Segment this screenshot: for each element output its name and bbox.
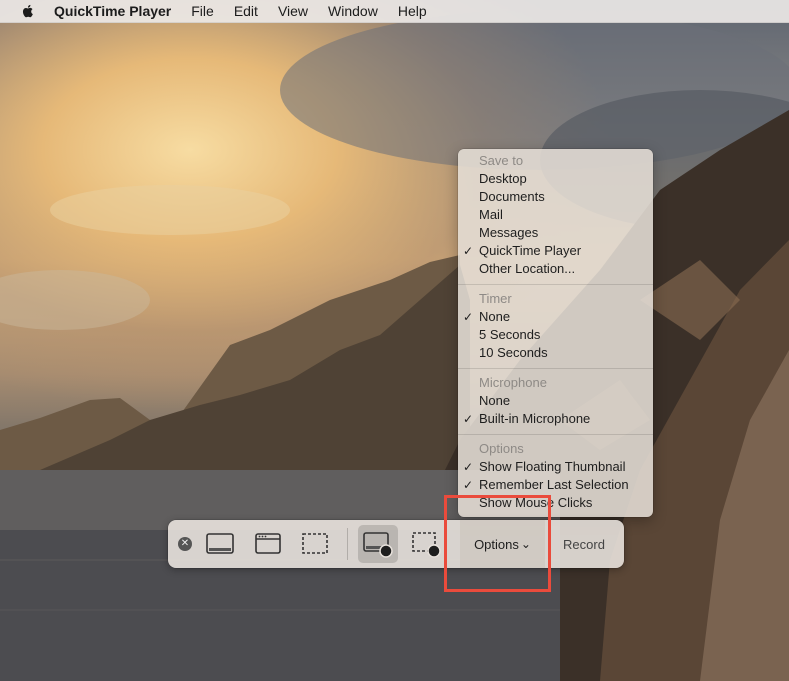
record-button[interactable]: Record — [550, 520, 618, 568]
menu-help[interactable]: Help — [398, 0, 427, 22]
options-dropdown-menu: Save to Desktop Documents Mail Messages … — [458, 149, 653, 517]
menu-item-label: None — [479, 393, 511, 408]
capture-entire-screen-button[interactable] — [200, 525, 240, 563]
record-selected-portion-icon — [412, 532, 441, 558]
menu-header-timer: Timer — [479, 291, 512, 306]
capture-toolbar: ✕ Options ⌄ Record — [168, 520, 624, 568]
menu-item-desktop[interactable]: Desktop — [458, 170, 653, 188]
menu-item-other-location[interactable]: Other Location... — [458, 260, 653, 278]
wallpaper-landscape — [0, 10, 789, 681]
menu-edit[interactable]: Edit — [234, 0, 258, 22]
menu-item-label: Desktop — [479, 171, 527, 186]
menu-item-label: Built-in Microphone — [479, 411, 591, 426]
menu-bar: QuickTime Player File Edit View Window H… — [0, 0, 789, 23]
checkmark-icon: ✓ — [463, 310, 474, 324]
record-entire-screen-button[interactable] — [358, 525, 398, 563]
menu-separator — [458, 284, 653, 285]
menu-item-label: 5 Seconds — [479, 327, 541, 342]
checkmark-icon: ✓ — [463, 460, 474, 474]
capture-selected-window-button[interactable] — [248, 525, 288, 563]
capture-selected-window-icon — [255, 533, 281, 554]
menu-item-microphone-none[interactable]: None — [458, 392, 653, 410]
menu-item-label: QuickTime Player — [479, 243, 582, 258]
menu-item-label: Messages — [479, 225, 539, 240]
menu-item-label: None — [479, 309, 511, 324]
capture-entire-screen-icon — [206, 533, 234, 554]
menu-item-show-floating-thumbnail[interactable]: ✓ Show Floating Thumbnail — [458, 458, 653, 476]
menu-item-10-seconds[interactable]: 10 Seconds — [458, 344, 653, 362]
menu-item-quicktime-player[interactable]: ✓ QuickTime Player — [458, 242, 653, 260]
menu-item-built-in-microphone[interactable]: ✓ Built-in Microphone — [458, 410, 653, 428]
menu-header-microphone: Microphone — [479, 375, 547, 390]
toolbar-divider — [347, 528, 348, 560]
menu-item-label: Documents — [479, 189, 545, 204]
menu-item-timer-none[interactable]: ✓ None — [458, 308, 653, 326]
menu-item-label: 10 Seconds — [479, 345, 548, 360]
menu-header-options: Options — [479, 441, 524, 456]
menu-item-messages[interactable]: Messages — [458, 224, 653, 242]
menu-separator — [458, 368, 653, 369]
highlight-annotation-box — [444, 495, 551, 592]
capture-selected-portion-button[interactable] — [295, 525, 335, 563]
menu-item-label: Show Floating Thumbnail — [479, 459, 626, 474]
menu-header-save-to: Save to — [479, 153, 524, 168]
checkmark-icon: ✓ — [463, 412, 474, 426]
menu-window[interactable]: Window — [328, 0, 378, 22]
checkmark-icon: ✓ — [463, 244, 474, 258]
checkmark-icon: ✓ — [463, 478, 474, 492]
menu-file[interactable]: File — [191, 0, 214, 22]
desktop-wallpaper — [0, 0, 789, 681]
apple-logo-icon[interactable] — [20, 3, 36, 19]
menu-item-mail[interactable]: Mail — [458, 206, 653, 224]
menu-app-name[interactable]: QuickTime Player — [54, 0, 171, 22]
menu-item-label: Other Location... — [479, 261, 576, 276]
menu-item-5-seconds[interactable]: 5 Seconds — [458, 326, 653, 344]
record-selected-portion-button[interactable] — [406, 525, 446, 563]
menu-item-label: Remember Last Selection — [479, 477, 629, 492]
menu-item-remember-last-selection[interactable]: ✓ Remember Last Selection — [458, 476, 653, 494]
menu-separator — [458, 434, 653, 435]
capture-selected-portion-icon — [302, 533, 328, 554]
close-toolbar-button[interactable]: ✕ — [178, 537, 192, 551]
menu-item-label: Mail — [479, 207, 503, 222]
menu-item-documents[interactable]: Documents — [458, 188, 653, 206]
menu-view[interactable]: View — [278, 0, 308, 22]
record-entire-screen-icon — [363, 532, 393, 558]
